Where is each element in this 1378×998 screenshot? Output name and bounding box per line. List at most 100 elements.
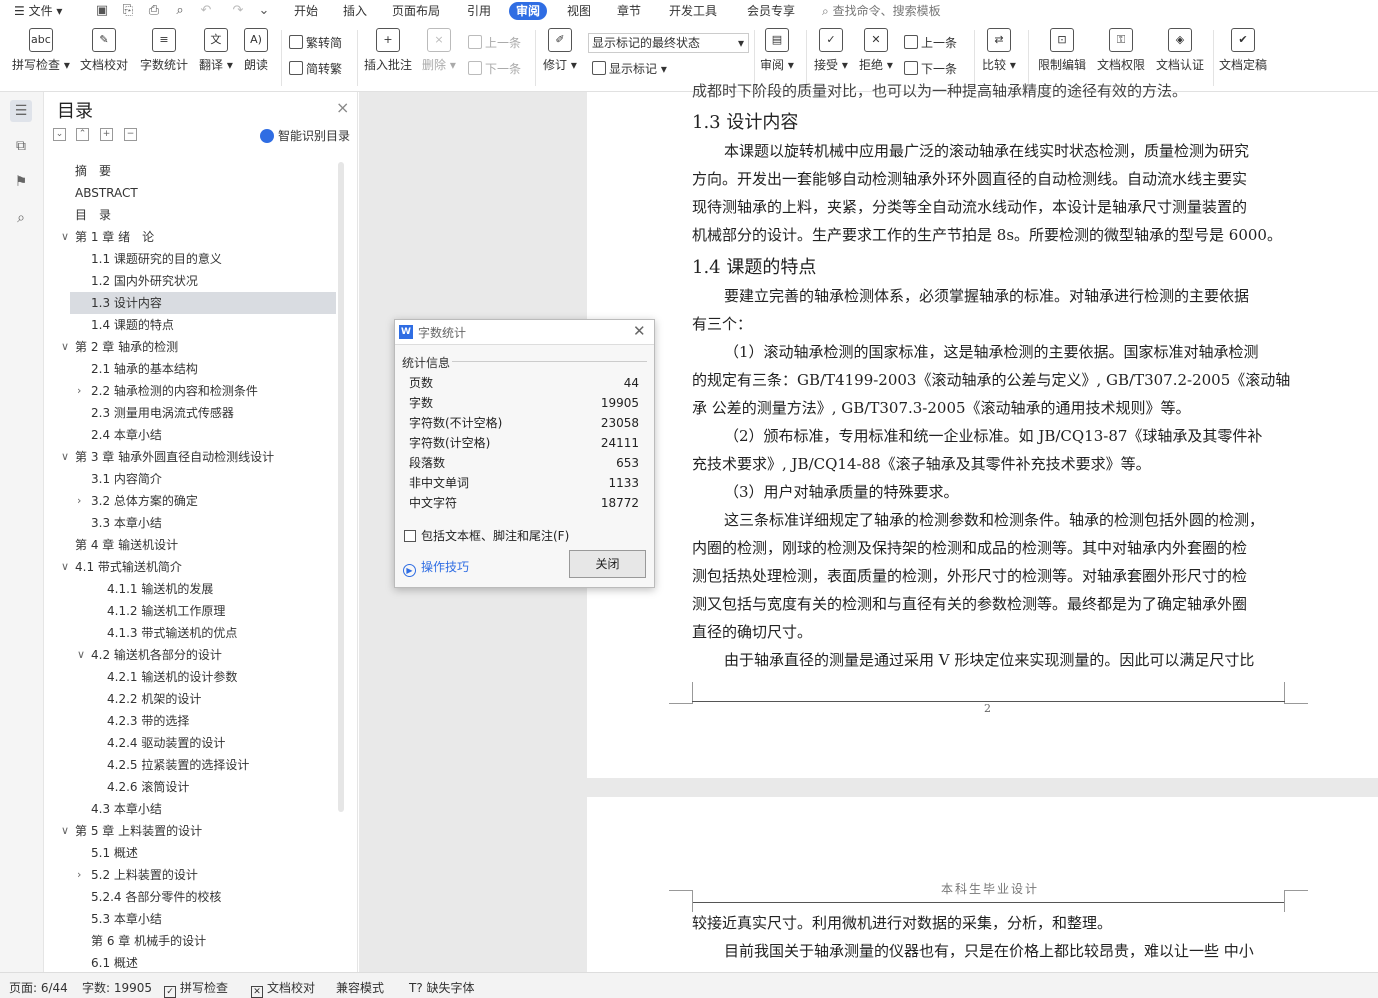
toc-item[interactable]: 4.2.6 滚筒设计 (107, 776, 304, 798)
undo-icon[interactable]: ↶ (198, 3, 214, 19)
chevron-right-icon[interactable]: › (77, 864, 89, 886)
tab-home[interactable]: 开始 (294, 2, 318, 20)
toc-item[interactable]: 4.2.5 拉紧装置的选择设计 (107, 754, 304, 776)
remove-heading-icon[interactable]: − (124, 128, 137, 141)
compat-mode[interactable]: 兼容模式 (336, 979, 384, 996)
doc-finalize-button[interactable]: ✔ 文档定稿 (1219, 28, 1267, 73)
toc-item[interactable]: › 3.2 总体方案的确定 (77, 490, 304, 512)
toc-item[interactable]: 5.1 概述 (91, 842, 304, 864)
tab-layout[interactable]: 页面布局 (392, 2, 440, 20)
prev-change-button[interactable]: 上一条 (904, 34, 957, 52)
find-icon[interactable]: ⌕ (172, 3, 188, 19)
doc-auth-button[interactable]: ◈ 文档认证 (1156, 28, 1204, 73)
add-heading-icon[interactable]: + (100, 128, 113, 141)
tab-view[interactable]: 视图 (567, 2, 591, 20)
doc-permission-button[interactable]: ⚿ 文档权限 (1097, 28, 1145, 73)
chevron-right-icon[interactable]: › (77, 380, 89, 402)
tab-chapter[interactable]: 章节 (617, 2, 641, 20)
trad-to-simp-button[interactable]: 繁转简 (289, 34, 342, 52)
tab-developer[interactable]: 开发工具 (669, 2, 717, 20)
toc-item[interactable]: 4.2.2 机架的设计 (107, 688, 304, 710)
chevron-right-icon[interactable]: › (77, 490, 89, 512)
toc-item[interactable]: › 2.2 轴承检测的内容和检测条件 (77, 380, 304, 402)
spell-check-button[interactable]: abc 拼写检查 ▾ (12, 28, 70, 73)
search-icon[interactable]: ⌕ (10, 207, 32, 229)
include-notes-checkbox[interactable]: 包括文本框、脚注和尾注(F) (404, 527, 569, 544)
smart-toc-button[interactable]: 智能识别目录 (260, 127, 350, 144)
print-preview-icon[interactable]: ⎘ (120, 3, 136, 19)
command-search[interactable]: ⌕ 查找命令、搜索模板 (822, 3, 941, 19)
toc-item[interactable]: 1.2 国内外研究状况 (91, 270, 304, 292)
chevron-down-icon[interactable]: ∨ (77, 644, 89, 666)
toc-item[interactable]: 5.3 本章小结 (91, 908, 304, 930)
toc-item[interactable]: 4.3 本章小结 (91, 798, 304, 820)
close-icon[interactable]: ✕ (633, 322, 646, 340)
close-button[interactable]: 关闭 (569, 550, 646, 578)
collapse-all-icon[interactable]: ⌄ (53, 128, 66, 141)
reject-button[interactable]: ✕ 拒绝 ▾ (859, 28, 893, 73)
toc-item[interactable]: ABSTRACT (75, 182, 304, 204)
toc-item[interactable]: 4.1.3 带式输送机的优点 (107, 622, 304, 644)
chevron-down-icon[interactable]: ∨ (61, 820, 73, 842)
toc-item[interactable]: › 5.2 上料装置的设计 (77, 864, 304, 886)
bookmark-icon[interactable]: ⚑ (10, 171, 32, 193)
toc-panel-icon[interactable]: ☰ (10, 100, 32, 122)
expand-up-icon[interactable]: ⌃ (76, 128, 89, 141)
display-mode-select[interactable]: 显示标记的最终状态 ▾ (588, 33, 749, 53)
print-icon[interactable]: ⎙ (146, 3, 162, 19)
doc-proof-status[interactable]: ✕ 文档校对 (251, 979, 315, 998)
review-pane-button[interactable]: ▤ 审阅 ▾ (760, 28, 794, 73)
toc-item[interactable]: 2.4 本章小结 (91, 424, 304, 446)
toc-item[interactable]: 4.2.3 带的选择 (107, 710, 304, 732)
word-count-indicator[interactable]: 字数: 19905 (82, 979, 152, 996)
toc-item[interactable]: ∨ 第 3 章 轴承外圆直径自动检测线设计 (61, 446, 304, 468)
toc-item[interactable]: 摘 要 (75, 160, 304, 182)
toc-item[interactable]: 4.1.1 输送机的发展 (107, 578, 304, 600)
next-change-button[interactable]: 下一条 (904, 60, 957, 78)
chevron-down-icon[interactable]: ∨ (61, 336, 73, 358)
section-nav-icon[interactable]: ⧉ (10, 135, 32, 157)
tab-member[interactable]: 会员专享 (747, 2, 795, 20)
toc-item[interactable]: 2.3 测量用电涡流式传感器 (91, 402, 304, 424)
doc-proof-button[interactable]: ✎ 文档校对 (80, 28, 128, 73)
tab-review[interactable]: 审阅 (509, 2, 548, 20)
chevron-down-icon[interactable]: ∨ (61, 556, 73, 578)
revise-button[interactable]: ✐ 修订 ▾ (543, 28, 577, 73)
restrict-edit-button[interactable]: ⊡ 限制编辑 (1038, 28, 1086, 73)
insert-comment-button[interactable]: + 插入批注 (364, 28, 412, 73)
save-icon[interactable]: ▣ (94, 3, 110, 19)
tips-link[interactable]: ▶ 操作技巧 (403, 558, 469, 577)
toc-item[interactable]: 第 4 章 输送机设计 (75, 534, 304, 556)
missing-font-status[interactable]: T? 缺失字体 (409, 979, 475, 996)
toc-item[interactable]: 3.1 内容简介 (91, 468, 304, 490)
toc-item[interactable]: 目 录 (75, 204, 304, 226)
tab-insert[interactable]: 插入 (343, 2, 367, 20)
next-comment-button[interactable]: 下一条 (468, 60, 521, 78)
toc-item[interactable]: 5.2.4 各部分零件的校核 (91, 886, 304, 908)
toc-item[interactable]: 1.3 设计内容 (70, 292, 336, 314)
word-count-button[interactable]: ≡ 字数统计 (140, 28, 188, 73)
show-markup-button[interactable]: 显示标记 ▾ (592, 60, 667, 78)
toc-item[interactable]: 第 6 章 机械手的设计 (91, 930, 304, 952)
toc-item[interactable]: 1.1 课题研究的目的意义 (91, 248, 304, 270)
compare-button[interactable]: ⇄ 比较 ▾ (982, 28, 1016, 73)
toc-item[interactable]: ∨ 4.2 输送机各部分的设计 (77, 644, 304, 666)
toc-item[interactable]: 3.3 本章小结 (91, 512, 304, 534)
toc-item[interactable]: 4.2.1 输送机的设计参数 (107, 666, 304, 688)
read-aloud-button[interactable]: A) 朗读 (244, 28, 268, 73)
chevron-down-icon[interactable]: ∨ (61, 446, 73, 468)
toc-item[interactable]: 1.4 课题的特点 (91, 314, 304, 336)
page-indicator[interactable]: 页面: 6/44 (9, 979, 68, 996)
toc-item[interactable]: ∨ 第 2 章 轴承的检测 (61, 336, 304, 358)
more-quick-icon[interactable]: ⌄ (256, 3, 272, 19)
toc-item[interactable]: ∨ 第 5 章 上料装置的设计 (61, 820, 304, 842)
prev-comment-button[interactable]: 上一条 (468, 34, 521, 52)
delete-comment-button[interactable]: × 删除 ▾ (422, 28, 456, 73)
spell-check-status[interactable]: ✓ 拼写检查 (164, 979, 228, 998)
accept-button[interactable]: ✓ 接受 ▾ (814, 28, 848, 73)
toc-item[interactable]: 6.1 概述 (91, 952, 304, 974)
close-icon[interactable]: × (336, 98, 349, 117)
dialog-titlebar[interactable]: W 字数统计 ✕ (395, 320, 654, 345)
toc-scrollbar[interactable] (338, 162, 344, 812)
toc-item[interactable]: ∨ 4.1 带式输送机简介 (61, 556, 304, 578)
